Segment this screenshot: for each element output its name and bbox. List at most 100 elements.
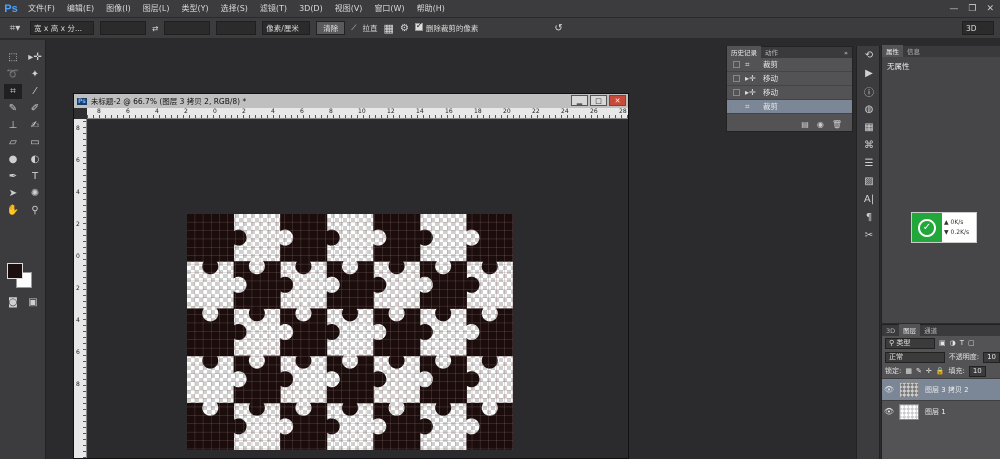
panel-collapse-icon[interactable]: » (840, 48, 852, 58)
close-icon[interactable]: ✕ (986, 4, 994, 14)
lock-transparent-icon[interactable]: ▦ (905, 367, 912, 375)
info-icon[interactable]: ⓘ (857, 82, 881, 100)
straighten-icon[interactable]: ⟋ (351, 23, 356, 33)
filter-adjust-icon[interactable]: ◑ (950, 339, 956, 347)
menu-image[interactable]: 图像(I) (100, 3, 137, 14)
layer-filter-select[interactable]: ⚲ 类型 (885, 337, 935, 349)
restore-icon[interactable]: ❐ (968, 4, 976, 14)
history-source-box[interactable] (733, 103, 740, 110)
history-source-box[interactable] (733, 89, 740, 96)
tab-actions[interactable]: 动作 (761, 46, 782, 58)
new-document-from-state-icon[interactable]: ▤ (801, 120, 809, 129)
eraser-tool-icon[interactable]: ▱ (4, 135, 22, 150)
actions-play-icon[interactable]: ▶ (857, 64, 881, 82)
swap-icon[interactable]: ⇄ (152, 24, 158, 33)
menu-3d[interactable]: 3D(D) (293, 4, 329, 13)
crop-width-field[interactable] (100, 21, 146, 35)
menu-type[interactable]: 类型(Y) (175, 3, 214, 14)
shape-tool-icon[interactable]: ✺ (26, 186, 44, 201)
zoom-tool-icon[interactable]: ⚲ (26, 203, 44, 218)
swatches-grid-icon[interactable]: ▦ (857, 118, 881, 136)
tool-presets-icon[interactable]: ✂ (857, 226, 881, 244)
menu-help[interactable]: 帮助(H) (411, 3, 451, 14)
filter-pixel-icon[interactable]: ▣ (939, 339, 946, 347)
crop-tool-preset-icon[interactable]: ⌗▾ (6, 21, 24, 36)
brush-tool-icon[interactable]: ✐ (26, 101, 44, 116)
stamp-tool-icon[interactable]: ⊥ (4, 118, 22, 133)
settings-gear-icon[interactable]: ⚙ (400, 23, 409, 34)
visibility-eye-icon[interactable]: 👁 (882, 385, 896, 394)
marquee-tool-icon[interactable]: ⬚ (4, 50, 22, 65)
menu-view[interactable]: 视图(V) (329, 3, 369, 14)
dodge-tool-icon[interactable]: ◐ (26, 152, 44, 167)
styles-icon[interactable]: ▨ (857, 172, 881, 190)
move-tool-icon[interactable]: ▸✛ (26, 50, 44, 65)
minimize-icon[interactable]: — (949, 4, 958, 14)
resolution-unit-select[interactable]: 像素/厘米 (262, 21, 311, 35)
history-source-box[interactable] (733, 75, 740, 82)
history-row[interactable]: ⌗ 裁剪 (727, 58, 852, 72)
resolution-field[interactable] (216, 21, 257, 35)
crop-tool-icon[interactable]: ⌗ (4, 84, 22, 99)
crop-height-field[interactable] (164, 21, 211, 35)
quick-mask-icon[interactable]: ◙ (4, 295, 22, 310)
reset-icon[interactable]: ↺ (554, 23, 562, 34)
magic-wand-icon[interactable]: ✦ (26, 67, 44, 82)
history-brush-icon[interactable]: ✍ (26, 118, 44, 133)
history-row[interactable]: ▸✛ 移动 (727, 72, 852, 86)
trash-icon[interactable]: 🗑 (832, 120, 842, 129)
doc-minimize-icon[interactable]: ▁ (571, 95, 588, 106)
network-speed-widget[interactable]: ✓ ▲ 0K/s ▼ 0.2K/s (911, 212, 977, 243)
doc-close-icon[interactable]: ✕ (609, 95, 626, 106)
layer-item[interactable]: 👁 图层 1 (882, 400, 1000, 422)
visibility-eye-icon[interactable]: 👁 (882, 407, 896, 416)
character-icon[interactable]: A| (857, 190, 881, 208)
lock-all-icon[interactable]: 🔒 (936, 367, 945, 375)
blend-mode-select[interactable]: 正常 (885, 351, 945, 363)
hand-tool-icon[interactable]: ✋ (4, 203, 22, 218)
history-row-active[interactable]: ⌗ 裁剪 (727, 100, 852, 114)
horizontal-ruler[interactable]: 8 6 4 2 0 2 4 6 8 10 12 14 16 18 20 22 24 26 28 (87, 108, 628, 119)
filter-type-icon[interactable]: T (960, 339, 964, 347)
history-row[interactable]: ▸✛ 移动 (727, 86, 852, 100)
tab-history[interactable]: 历史记录 (727, 46, 761, 58)
paragraph-icon[interactable]: ¶ (857, 208, 881, 226)
lock-position-icon[interactable]: ✛ (926, 367, 932, 375)
document-title-bar[interactable]: Ps 未标题-2 @ 66.7% (图层 3 拷贝 2, RGB/8) * ▁ … (74, 94, 628, 108)
straighten-button[interactable]: 拉直 (363, 23, 378, 34)
tab-3d[interactable]: 3D (882, 326, 899, 336)
healing-brush-icon[interactable]: ✎ (4, 101, 22, 116)
lock-pixels-icon[interactable]: ✎ (916, 367, 922, 375)
type-tool-icon[interactable]: T (26, 169, 44, 184)
path-select-icon[interactable]: ➤ (4, 186, 22, 201)
brush-presets-icon[interactable]: ⌘ (857, 136, 881, 154)
opacity-field[interactable]: 10 (983, 351, 1000, 363)
menu-select[interactable]: 选择(S) (215, 3, 254, 14)
tab-info[interactable]: 信息 (903, 45, 924, 57)
menu-filter[interactable]: 滤镜(T) (254, 3, 293, 14)
workspace-select[interactable]: 3D (962, 21, 994, 35)
foreground-color-swatch[interactable] (7, 263, 23, 279)
tab-channels[interactable]: 通道 (920, 324, 941, 336)
clear-button[interactable]: 清除 (316, 21, 346, 35)
snapshot-camera-icon[interactable]: ◉ (817, 120, 824, 129)
tab-layers[interactable]: 图层 (899, 324, 921, 336)
overlay-grid-icon[interactable]: ▦ (384, 22, 394, 35)
pen-tool-icon[interactable]: ✒ (4, 169, 22, 184)
vertical-ruler[interactable]: 8 6 4 2 0 2 4 6 8 (74, 119, 87, 458)
delete-cropped-checkbox[interactable]: 删除裁剪的像素 (414, 21, 478, 34)
puzzle-image[interactable] (187, 214, 513, 450)
history-source-box[interactable] (733, 61, 740, 68)
eyedropper-icon[interactable]: ⁄ (26, 84, 44, 99)
menu-window[interactable]: 窗口(W) (368, 3, 410, 14)
filter-shape-icon[interactable]: ▢ (968, 339, 975, 347)
menu-edit[interactable]: 编辑(E) (61, 3, 100, 14)
doc-maximize-icon[interactable]: □ (590, 95, 607, 106)
adjustments-icon[interactable]: ☰ (857, 154, 881, 172)
menu-file[interactable]: 文件(F) (22, 3, 61, 14)
layer-item-active[interactable]: 👁 图层 3 拷贝 2 (882, 378, 1000, 400)
gradient-tool-icon[interactable]: ▭ (26, 135, 44, 150)
tab-properties[interactable]: 属性 (882, 45, 903, 57)
screen-mode-icon[interactable]: ▣ (24, 295, 42, 310)
crop-preset-select[interactable]: 宽 x 高 x 分... (30, 21, 94, 35)
